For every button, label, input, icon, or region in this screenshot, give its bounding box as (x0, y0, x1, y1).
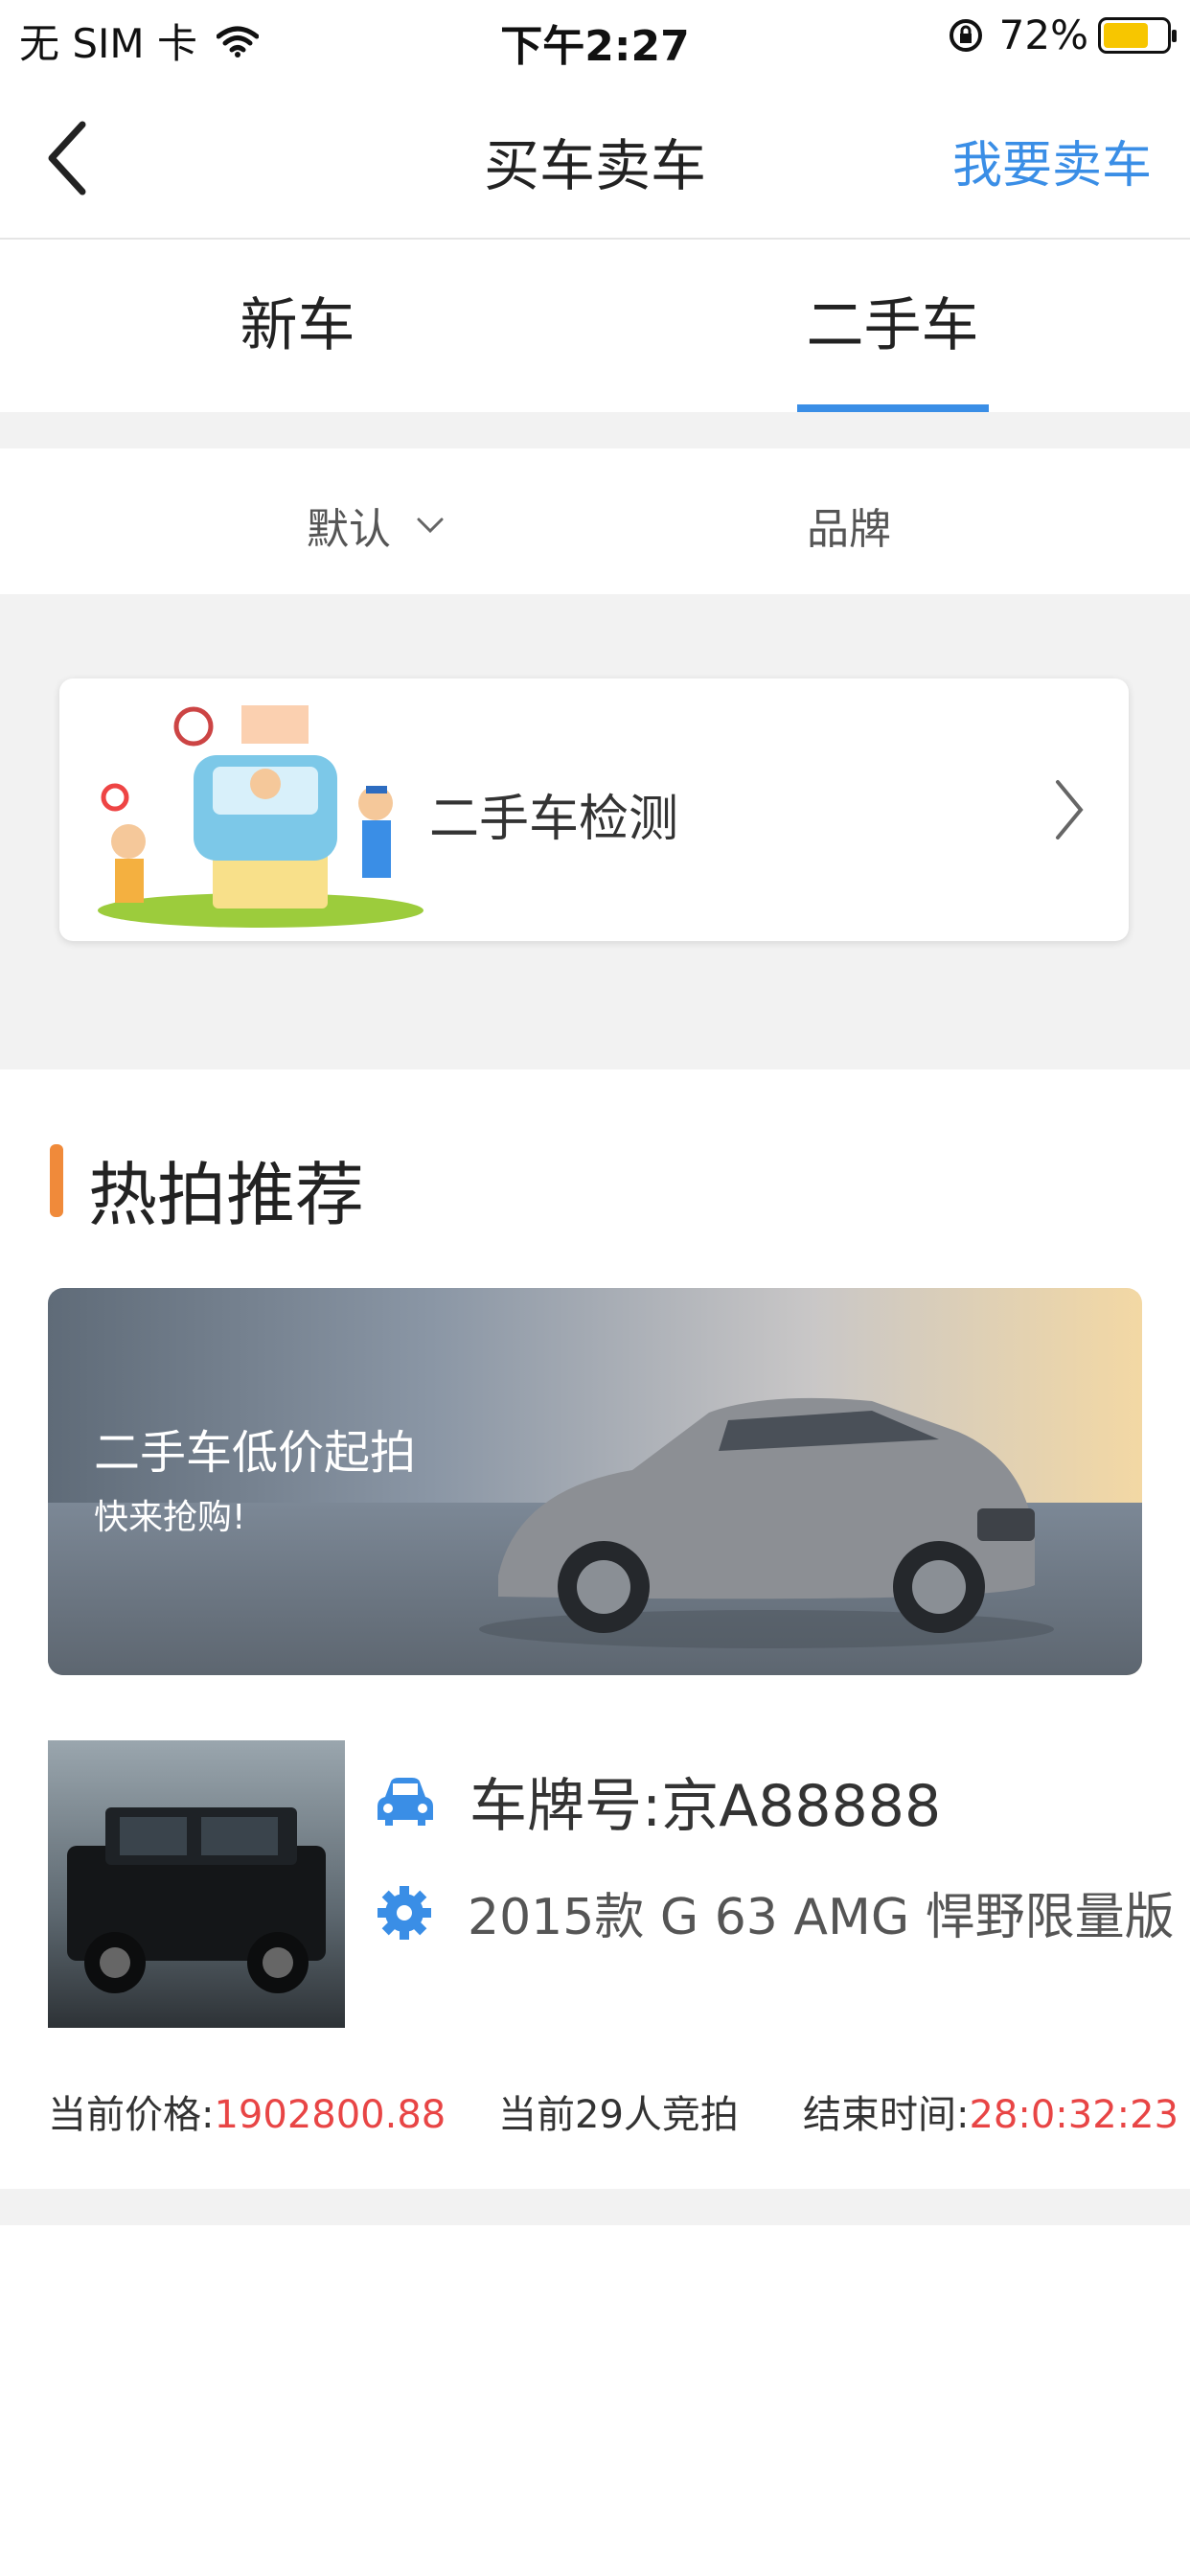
battery-percent: 72% (998, 12, 1088, 58)
inspection-card[interactable]: 二手车检测 (59, 678, 1129, 941)
gear-icon (378, 1885, 431, 1940)
section-title: 热拍推荐 (88, 1155, 365, 1235)
brand-label: 品牌 (807, 505, 891, 554)
car-thumbnail[interactable] (48, 1740, 345, 2028)
tab-used-car[interactable]: 二手车 (595, 240, 1190, 412)
battery-status: 72% (948, 12, 1177, 58)
inspection-label: 二手车检测 (429, 791, 679, 848)
current-price: 当前价格:1902800.88 (48, 2083, 446, 2139)
tab-label: 新车 (240, 292, 355, 359)
status-bar: 无 SIM 卡 下午2:27 72% (0, 0, 1190, 80)
divider (0, 412, 1190, 448)
section-marker (50, 1144, 63, 1217)
price-label: 当前价格: (48, 2093, 215, 2137)
sell-car-button[interactable]: 我要卖车 (952, 125, 1152, 196)
bidder-count: 当前29人竞拍 (498, 2093, 739, 2137)
car-model: 2015款 G 63 AMG 悍野限量版 (468, 1889, 1175, 1946)
tab-new-car[interactable]: 新车 (0, 240, 595, 412)
car-icon (378, 1777, 433, 1826)
chevron-right-icon (1056, 780, 1084, 840)
battery-level (1104, 22, 1148, 48)
plate-row: 车牌号:京A88888 (376, 1760, 941, 1843)
active-tab-indicator (796, 404, 989, 412)
filter-bar: 默认 品牌 (0, 448, 1190, 596)
chevron-down-icon (417, 518, 444, 534)
nav-bar: 买车卖车 我要卖车 (0, 80, 1190, 240)
price-value: 1902800.88 (214, 2093, 446, 2137)
sort-label: 默认 (307, 505, 391, 554)
hot-recommendation-section: 热拍推荐 二手车低价起拍 快来抢购! 车牌号:京A88888 2015款 G 6… (0, 1070, 1190, 2189)
sort-dropdown[interactable]: 默认 (307, 494, 445, 556)
banner-car-image (479, 1397, 1054, 1648)
battery-icon (1098, 16, 1177, 54)
end-label: 结束时间: (803, 2093, 970, 2137)
banner-subtitle: 快来抢购! (94, 1498, 246, 1537)
banner-title: 二手车低价起拍 (94, 1426, 417, 1480)
tab-bar: 新车 二手车 (0, 240, 1190, 412)
end-value: 28:0:32:23 (969, 2093, 1179, 2137)
end-time: 结束时间:28:0:32:23 (803, 2083, 1179, 2139)
plate-number: 车牌号:京A88888 (469, 1773, 942, 1840)
promo-banner[interactable]: 二手车低价起拍 快来抢购! (48, 1288, 1142, 1675)
model-row: 2015款 G 63 AMG 悍野限量版 (376, 1876, 1175, 1948)
brand-filter[interactable]: 品牌 (807, 494, 891, 556)
divider (0, 2189, 1190, 2225)
car-photo (67, 1807, 326, 1993)
inspection-illustration (98, 705, 423, 928)
orientation-lock-icon (949, 18, 982, 52)
tab-label: 二手车 (806, 292, 979, 359)
